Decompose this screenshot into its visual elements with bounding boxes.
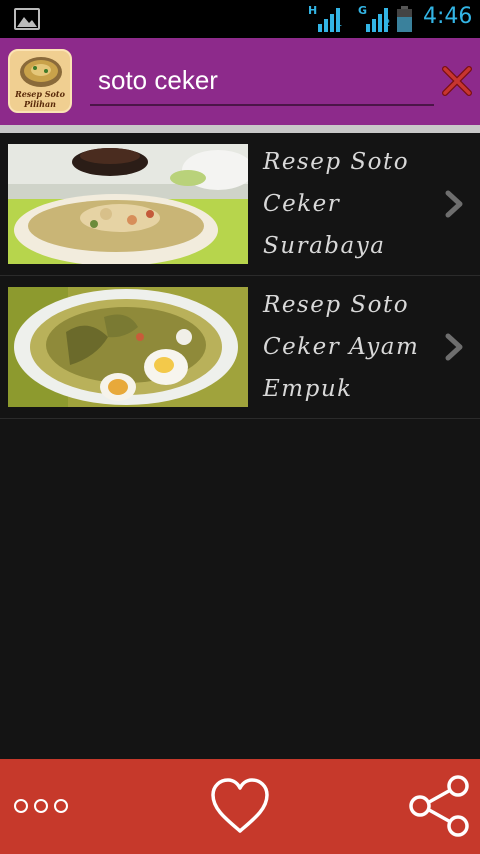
signal-icon xyxy=(318,8,340,32)
signal-icon xyxy=(366,8,388,32)
sim-label-1: 1 xyxy=(336,18,343,29)
list-item[interactable]: Resep Soto Ceker Ayam Empuk xyxy=(0,276,480,419)
clock: 4:46 xyxy=(423,4,473,29)
result-list: Resep Soto Ceker Surabaya Resep Soto Cek… xyxy=(0,133,480,419)
share-icon[interactable] xyxy=(404,775,474,837)
list-item[interactable]: Resep Soto Ceker Surabaya xyxy=(0,133,480,276)
recipe-title: Resep Soto Ceker Ayam Empuk xyxy=(263,292,420,402)
bottom-bar xyxy=(0,759,480,854)
logo-text-line2: Pilihan xyxy=(24,99,56,109)
header-divider xyxy=(0,125,480,133)
sim-label-2: 2 xyxy=(384,18,391,29)
app-logo[interactable]: Resep Soto Pilihan xyxy=(8,49,72,113)
search-input[interactable] xyxy=(90,56,434,106)
more-icon[interactable] xyxy=(12,791,72,821)
heart-icon[interactable] xyxy=(208,775,272,837)
gallery-icon xyxy=(14,8,40,30)
close-icon[interactable] xyxy=(440,64,474,98)
status-bar: H 1 G 2 4:46 xyxy=(0,0,480,38)
recipe-thumbnail xyxy=(8,287,248,407)
logo-text-line1: Resep Soto xyxy=(15,89,65,99)
battery-icon xyxy=(397,6,412,32)
action-bar: Resep Soto Pilihan xyxy=(0,38,480,125)
chevron-right-icon xyxy=(445,190,463,218)
recipe-thumbnail xyxy=(8,144,248,264)
recipe-title: Resep Soto Ceker Surabaya xyxy=(263,149,410,259)
chevron-right-icon xyxy=(445,333,463,361)
soup-bowl-icon xyxy=(20,57,62,87)
